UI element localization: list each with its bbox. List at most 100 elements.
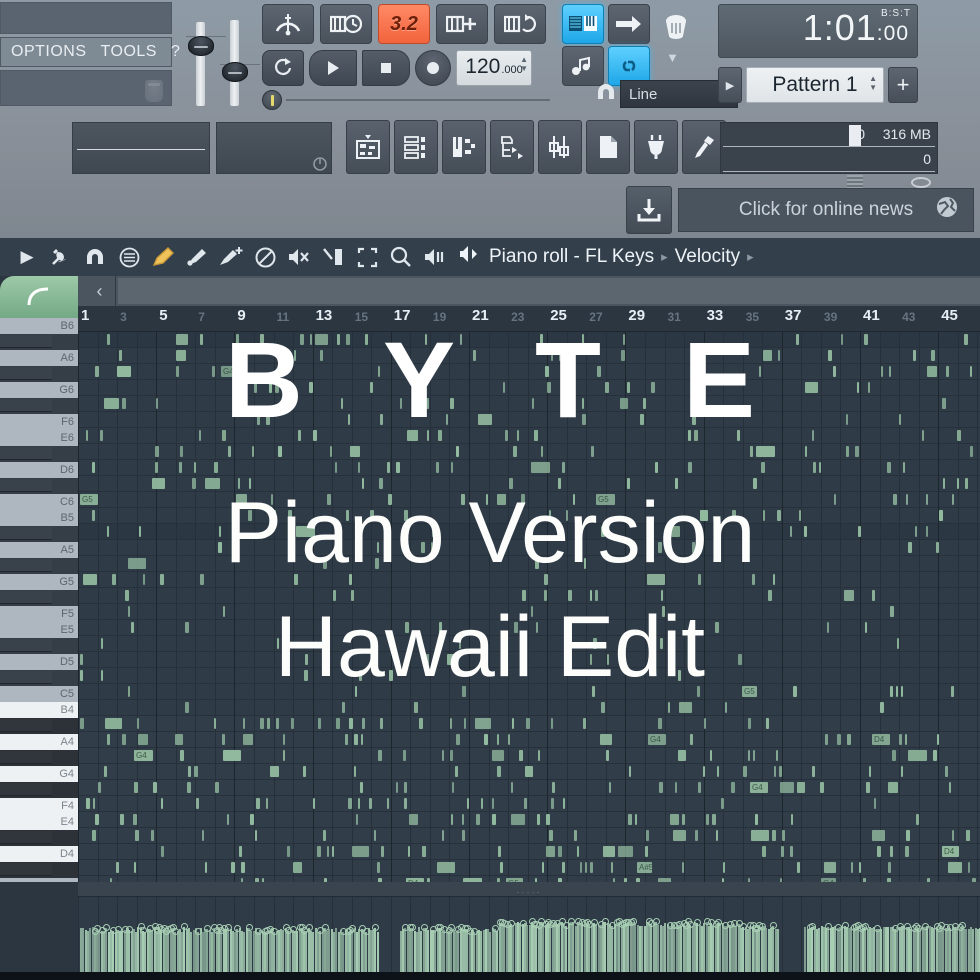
note[interactable] [965, 478, 968, 489]
note[interactable] [583, 718, 586, 729]
note[interactable] [446, 414, 448, 425]
note[interactable] [797, 862, 800, 873]
note[interactable] [582, 334, 584, 345]
wrench-icon[interactable] [44, 238, 78, 276]
note[interactable] [300, 334, 304, 345]
note[interactable] [865, 622, 867, 633]
note[interactable] [721, 798, 724, 809]
grid-row[interactable] [78, 844, 980, 860]
note[interactable] [549, 510, 551, 521]
note[interactable] [100, 430, 103, 441]
note[interactable] [864, 334, 868, 345]
note[interactable] [512, 718, 514, 729]
note[interactable] [128, 606, 130, 617]
note[interactable] [93, 798, 95, 809]
note[interactable] [872, 590, 875, 601]
velocity-bar[interactable] [434, 930, 436, 972]
piano-key[interactable] [0, 830, 78, 846]
velocity-bar[interactable] [673, 926, 675, 972]
grid-row[interactable] [78, 524, 980, 540]
note[interactable] [250, 814, 254, 825]
note[interactable] [511, 782, 513, 793]
note[interactable] [903, 462, 905, 473]
delete-icon[interactable] [248, 238, 282, 276]
note[interactable] [949, 782, 951, 793]
note[interactable] [327, 494, 331, 505]
note[interactable] [412, 382, 416, 393]
note[interactable] [438, 430, 442, 441]
velocity-bar[interactable] [282, 930, 284, 972]
note[interactable] [888, 862, 891, 873]
note[interactable] [698, 782, 701, 793]
note[interactable] [595, 590, 598, 601]
note[interactable] [881, 366, 883, 377]
piano-key[interactable]: C6 [0, 494, 78, 510]
velocity-bar[interactable] [526, 925, 528, 972]
note[interactable] [330, 446, 332, 457]
note[interactable] [475, 718, 491, 729]
grid-row[interactable] [78, 396, 980, 412]
note[interactable] [223, 606, 225, 617]
velocity-bar[interactable] [880, 929, 882, 972]
note[interactable] [590, 862, 593, 873]
note[interactable] [192, 478, 196, 489]
piano-key[interactable] [0, 526, 78, 542]
breadcrumb-section[interactable]: Velocity [675, 246, 740, 268]
note[interactable] [427, 430, 429, 441]
velocity-handle[interactable] [103, 924, 110, 931]
velocity-bar[interactable] [420, 931, 422, 972]
note[interactable] [105, 718, 122, 729]
note[interactable] [266, 798, 268, 809]
piano-roll-tab[interactable] [0, 276, 78, 318]
velocity-bar[interactable] [128, 930, 130, 972]
project-notes-button[interactable] [586, 120, 630, 174]
note[interactable] [670, 814, 679, 825]
note[interactable] [743, 766, 747, 777]
velocity-bar[interactable] [818, 928, 820, 972]
note[interactable] [467, 798, 469, 809]
piano-key[interactable] [0, 670, 78, 686]
note[interactable] [682, 862, 684, 873]
velocity-bar[interactable] [89, 928, 91, 972]
note[interactable] [222, 430, 226, 441]
note[interactable] [763, 350, 772, 361]
plugin-picker-button[interactable] [634, 120, 678, 174]
note[interactable] [812, 430, 814, 441]
piano-key[interactable]: F5 [0, 606, 78, 622]
piano-key[interactable]: G6 [0, 382, 78, 398]
piano-key[interactable] [0, 750, 78, 766]
grid-row[interactable] [78, 572, 980, 588]
note[interactable] [607, 654, 609, 665]
piano-key[interactable] [0, 366, 78, 382]
note[interactable] [915, 526, 917, 537]
note[interactable] [753, 750, 755, 761]
note[interactable] [671, 526, 680, 537]
note[interactable] [294, 350, 296, 361]
note[interactable] [327, 846, 329, 857]
mixer-button[interactable] [538, 120, 582, 174]
note[interactable] [92, 510, 95, 521]
note[interactable] [478, 414, 492, 425]
note[interactable] [804, 526, 807, 537]
note[interactable] [936, 542, 939, 553]
piano-key[interactable] [0, 446, 78, 462]
note[interactable] [517, 430, 519, 441]
snap-magnet-icon[interactable] [596, 84, 616, 106]
note[interactable] [215, 782, 219, 793]
velocity-bar[interactable] [512, 925, 514, 972]
note[interactable] [351, 590, 354, 601]
note[interactable] [732, 510, 736, 521]
note[interactable] [908, 542, 912, 553]
note[interactable] [628, 814, 632, 825]
note[interactable] [243, 734, 253, 745]
note[interactable] [239, 846, 242, 857]
velocity-handle[interactable] [653, 918, 660, 925]
note[interactable] [378, 750, 382, 761]
note[interactable] [766, 718, 769, 729]
note[interactable] [439, 622, 442, 633]
velocity-bar[interactable] [82, 928, 84, 972]
note[interactable] [627, 382, 630, 393]
note[interactable] [890, 846, 893, 857]
note[interactable]: D4 [872, 734, 890, 745]
note[interactable] [492, 798, 494, 809]
